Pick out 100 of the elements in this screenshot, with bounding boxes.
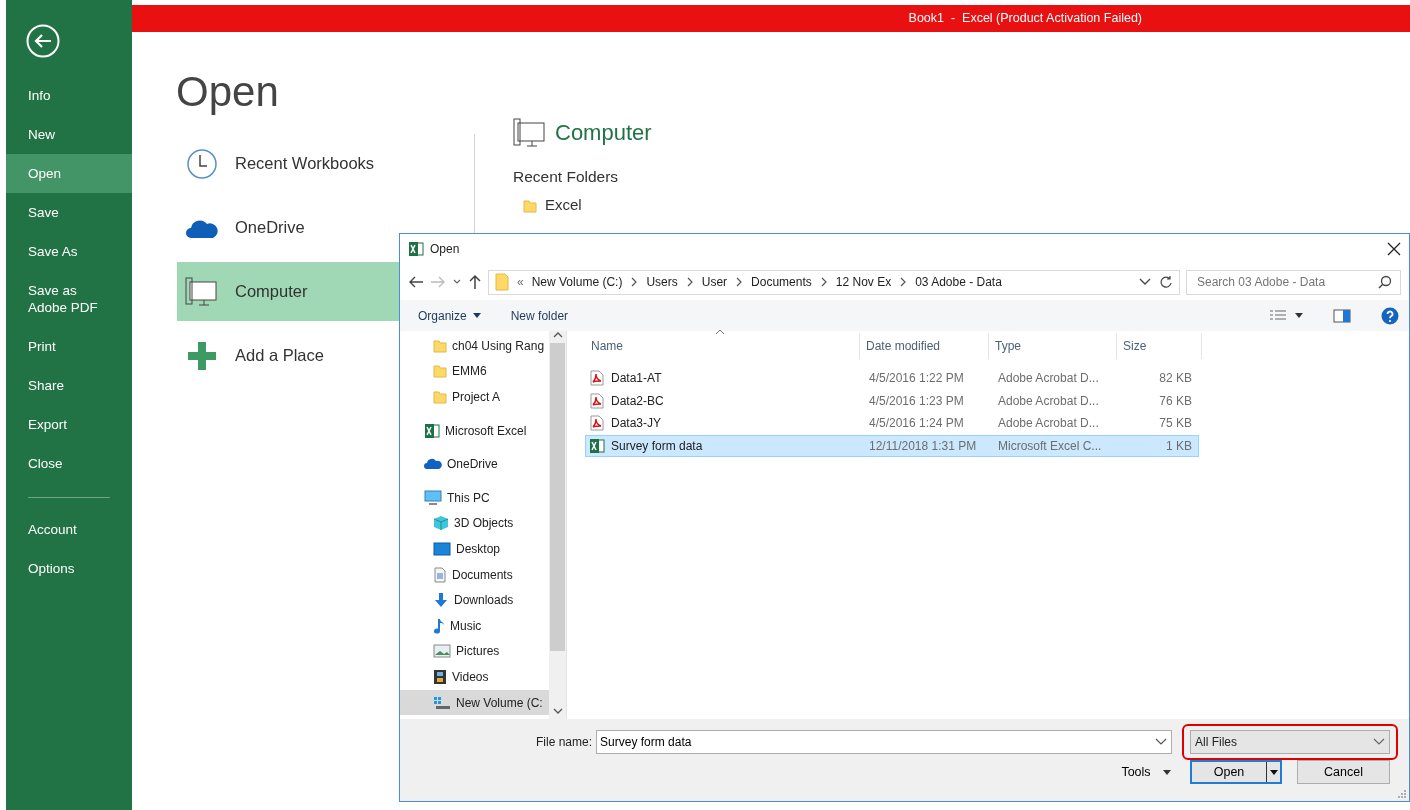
caret-icon[interactable] xyxy=(1295,313,1303,318)
plus-icon xyxy=(187,340,217,371)
file-row[interactable]: Data1-AT 4/5/2016 1:22 PM Adobe Acrobat D... 82 KB xyxy=(585,367,1199,390)
computer-icon xyxy=(424,489,442,506)
size-cell-text: 75 KB xyxy=(1158,415,1193,433)
menu-item[interactable]: Options xyxy=(6,549,132,588)
file-name: Survey form data xyxy=(610,437,704,455)
file-row[interactable]: Data2-BC 4/5/2016 1:23 PM Adobe Acrobat D... 76 KB xyxy=(585,389,1199,412)
search-input[interactable]: Search 03 Adobe - Data xyxy=(1195,270,1375,294)
cube-icon xyxy=(433,515,449,532)
nav-item[interactable]: New Volume (C: xyxy=(400,689,550,716)
spreadsheet-icon xyxy=(589,437,605,454)
menu-item[interactable]: Share xyxy=(6,366,132,405)
breadcrumb-item[interactable]: Users xyxy=(646,273,678,291)
computer-icon xyxy=(185,275,219,308)
caret-icon[interactable] xyxy=(452,278,462,286)
type-cell-text: Adobe Acrobat D... xyxy=(997,370,1100,388)
recent-folder[interactable]: Excel xyxy=(545,194,582,217)
caret-icon xyxy=(472,313,481,318)
location-item[interactable]: Recent Workbooks xyxy=(177,134,474,193)
folder-icon xyxy=(433,338,447,353)
search-field[interactable]: Search 03 Adobe - Data xyxy=(1186,269,1401,295)
size-cell-text: 82 KB xyxy=(1158,370,1193,388)
chevron-icon xyxy=(819,277,828,287)
scroll-up-icon[interactable] xyxy=(552,331,563,339)
close-icon[interactable] xyxy=(1387,242,1401,256)
nav-item[interactable]: This PC xyxy=(400,484,550,511)
overflow-chevron[interactable]: « xyxy=(517,273,524,291)
nav-item[interactable]: EMM6 xyxy=(400,358,550,385)
breadcrumb-item[interactable]: User xyxy=(701,273,728,291)
column-header[interactable]: Type xyxy=(989,333,1117,359)
download-arrow-icon xyxy=(433,592,449,609)
caret-icon xyxy=(1162,769,1171,775)
column-header[interactable]: Date modified xyxy=(860,333,989,359)
clock-icon xyxy=(186,147,218,180)
menu-item[interactable]: Info xyxy=(6,76,132,115)
size-cell-text: 76 KB xyxy=(1158,392,1193,410)
nav-item[interactable]: Documents xyxy=(400,561,550,588)
chevron-icon xyxy=(685,277,694,287)
breadcrumb-item[interactable]: 12 Nov Ex xyxy=(835,273,892,291)
nav-item[interactable]: Desktop xyxy=(400,536,550,562)
chevron-icon xyxy=(899,277,908,287)
sort-caret-icon xyxy=(715,329,725,335)
type-cell-text: Adobe Acrobat D... xyxy=(997,415,1100,433)
menu-item[interactable]: Save as Adobe PDF xyxy=(6,271,132,327)
breadcrumb-item[interactable]: Documents xyxy=(751,273,812,291)
film-icon xyxy=(433,668,447,685)
folder-icon xyxy=(495,273,509,291)
computer-icon xyxy=(513,116,547,149)
nav-item[interactable]: ch04 Using Rang xyxy=(400,333,550,359)
nav-item[interactable]: Music xyxy=(400,612,550,639)
menu-item[interactable]: Print xyxy=(6,327,132,366)
address-bar[interactable]: « New Volume (C:) Users User Documents 12 Nov Ex 03 Adobe - Data xyxy=(488,269,1180,295)
spreadsheet-icon xyxy=(424,422,440,439)
nav-item[interactable]: Pictures xyxy=(400,638,550,665)
help-icon[interactable] xyxy=(1381,306,1399,325)
breadcrumb-item[interactable]: 03 Adobe - Data xyxy=(915,273,1002,291)
pdf-icon xyxy=(589,392,605,409)
pdf-icon xyxy=(589,415,605,432)
window-title: Book1 - Excel (Product Activation Failed) xyxy=(908,10,1142,28)
file-row[interactable]: Data3-JY 4/5/2016 1:24 PM Adobe Acrobat D... 75 KB xyxy=(585,412,1199,435)
refresh-icon[interactable] xyxy=(1159,275,1173,289)
nav-item[interactable]: Downloads xyxy=(400,587,550,613)
open-button[interactable]: Open xyxy=(1190,760,1282,784)
file-name: Data1-AT xyxy=(610,370,663,388)
type-cell-text: Microsoft Excel C... xyxy=(997,437,1103,455)
field-label: File name: xyxy=(536,734,593,751)
tools-button[interactable]: Tools xyxy=(1113,760,1179,784)
file-type-dropdown[interactable]: All Files xyxy=(1190,730,1390,754)
cancel-button[interactable]: Cancel xyxy=(1297,760,1390,784)
desktop-icon xyxy=(433,541,451,556)
back-icon[interactable] xyxy=(26,24,60,58)
file-row[interactable]: Survey form data 12/11/2018 1:31 PM Microsoft Excel C... 1 KB xyxy=(585,434,1199,457)
toolbar-button[interactable]: New folder xyxy=(510,306,569,325)
chevron-icon xyxy=(630,277,639,287)
column-header[interactable]: Name xyxy=(585,333,860,359)
menu-item[interactable]: Open xyxy=(6,154,132,193)
breadcrumb-item[interactable]: New Volume (C:) xyxy=(531,273,623,291)
menu-item[interactable]: Save As xyxy=(6,232,132,271)
picture-icon xyxy=(433,644,451,659)
menu-item[interactable]: Account xyxy=(6,510,132,549)
drive-icon xyxy=(433,695,451,710)
menu-item[interactable]: New xyxy=(6,115,132,154)
section-subtitle: Recent Folders xyxy=(513,167,620,187)
preview-pane-icon[interactable] xyxy=(1333,308,1351,323)
caret-icon[interactable] xyxy=(1139,278,1151,286)
page-title: Open xyxy=(176,68,280,116)
up-arrow-icon[interactable] xyxy=(468,274,482,290)
nav-item[interactable]: OneDrive xyxy=(400,451,550,477)
back-arrow-icon[interactable] xyxy=(408,275,424,289)
menu-item[interactable]: Save xyxy=(6,193,132,232)
pdf-icon xyxy=(589,370,605,387)
menu-item[interactable]: Close xyxy=(6,444,132,483)
nav-item[interactable]: Project A xyxy=(400,384,550,410)
column-header[interactable]: Size xyxy=(1117,333,1202,359)
scrollbar[interactable] xyxy=(549,331,566,719)
music-note-icon xyxy=(433,617,445,634)
menu-item[interactable]: Export xyxy=(6,405,132,444)
scroll-down-icon[interactable] xyxy=(552,707,563,715)
search-icon xyxy=(1378,275,1392,289)
